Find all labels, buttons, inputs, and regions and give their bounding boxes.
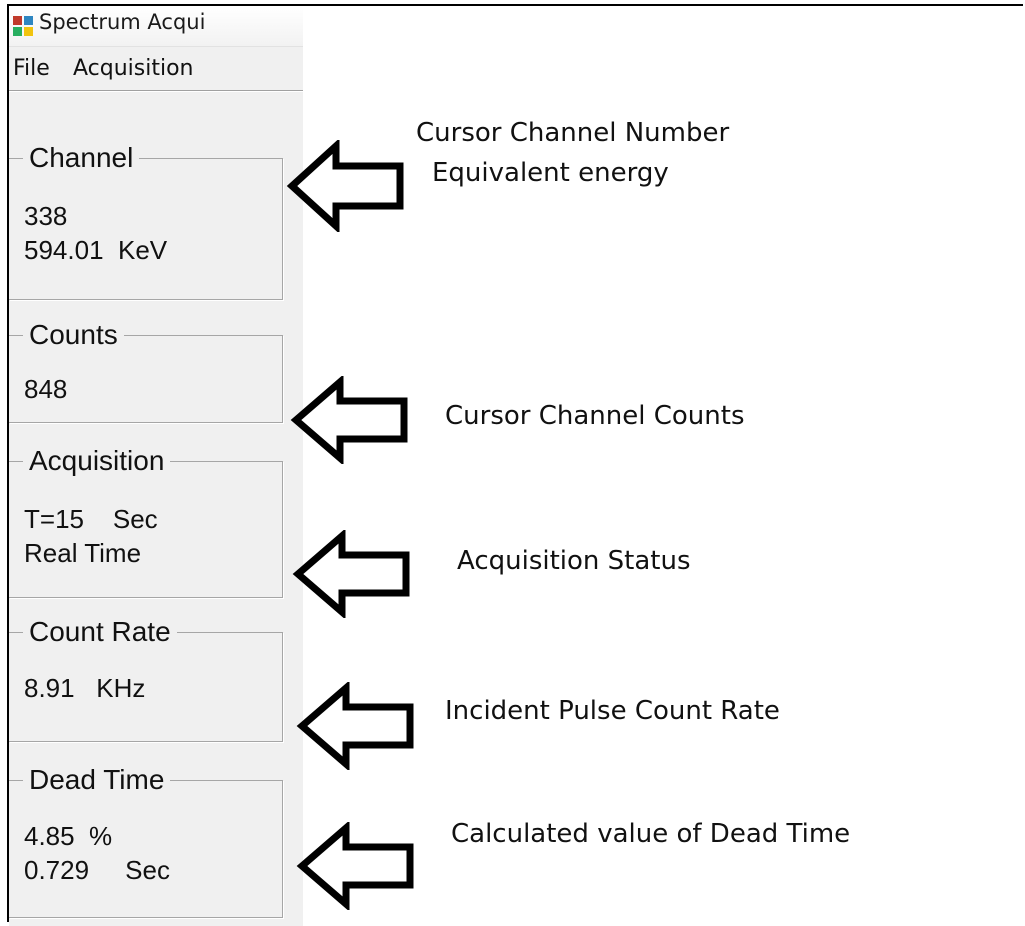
- dead-time-legend: Dead Time: [23, 763, 171, 797]
- menu-acquisition[interactable]: Acquisition: [73, 56, 194, 81]
- dead-time-seconds: 0.729 Sec: [24, 855, 170, 885]
- channel-energy: 594.01 KeV: [24, 235, 168, 265]
- title-bar: Spectrum Acqui: [9, 6, 303, 47]
- menu-bar: File Acquisition: [9, 48, 303, 88]
- left-arrow-icon: [290, 376, 408, 464]
- note-acquisition-status: Acquisition Status: [457, 546, 691, 576]
- left-arrow-icon: [292, 530, 410, 618]
- window-title: Spectrum Acqui: [39, 10, 206, 34]
- acquisition-legend: Acquisition: [23, 444, 171, 478]
- count-rate-legend: Count Rate: [23, 615, 177, 649]
- channel-legend: Channel: [23, 141, 140, 175]
- note-channel-number: Cursor Channel Number: [416, 118, 730, 148]
- count-rate-group: Count Rate 8.91 KHz: [9, 615, 283, 742]
- acquisition-mode: Real Time: [24, 538, 142, 568]
- counts-legend: Counts: [23, 318, 124, 352]
- dead-time-percent: 4.85 %: [24, 821, 113, 851]
- count-rate-value: 8.91 KHz: [24, 673, 146, 703]
- channel-group: Channel 338 594.01 KeV: [9, 141, 283, 300]
- left-arrow-icon: [296, 682, 414, 770]
- menu-separator: [9, 90, 303, 92]
- left-arrow-icon: [296, 822, 414, 910]
- note-equivalent-energy: Equivalent energy: [432, 158, 669, 188]
- counts-value: 848: [24, 374, 68, 404]
- menu-file[interactable]: File: [13, 56, 50, 81]
- note-count-rate: Incident Pulse Count Rate: [445, 696, 780, 726]
- left-arrow-icon: [286, 140, 404, 232]
- channel-number: 338: [24, 201, 68, 231]
- note-counts: Cursor Channel Counts: [445, 401, 745, 431]
- note-dead-time: Calculated value of Dead Time: [451, 819, 851, 849]
- counts-group: Counts 848: [9, 318, 283, 423]
- acquisition-group: Acquisition T=15 Sec Real Time: [9, 444, 283, 598]
- dead-time-group: Dead Time 4.85 % 0.729 Sec: [9, 763, 283, 918]
- acquisition-time: T=15 Sec: [24, 504, 158, 534]
- app-icon: [13, 16, 33, 36]
- app-window: Spectrum Acqui File Acquisition Channel …: [9, 6, 303, 926]
